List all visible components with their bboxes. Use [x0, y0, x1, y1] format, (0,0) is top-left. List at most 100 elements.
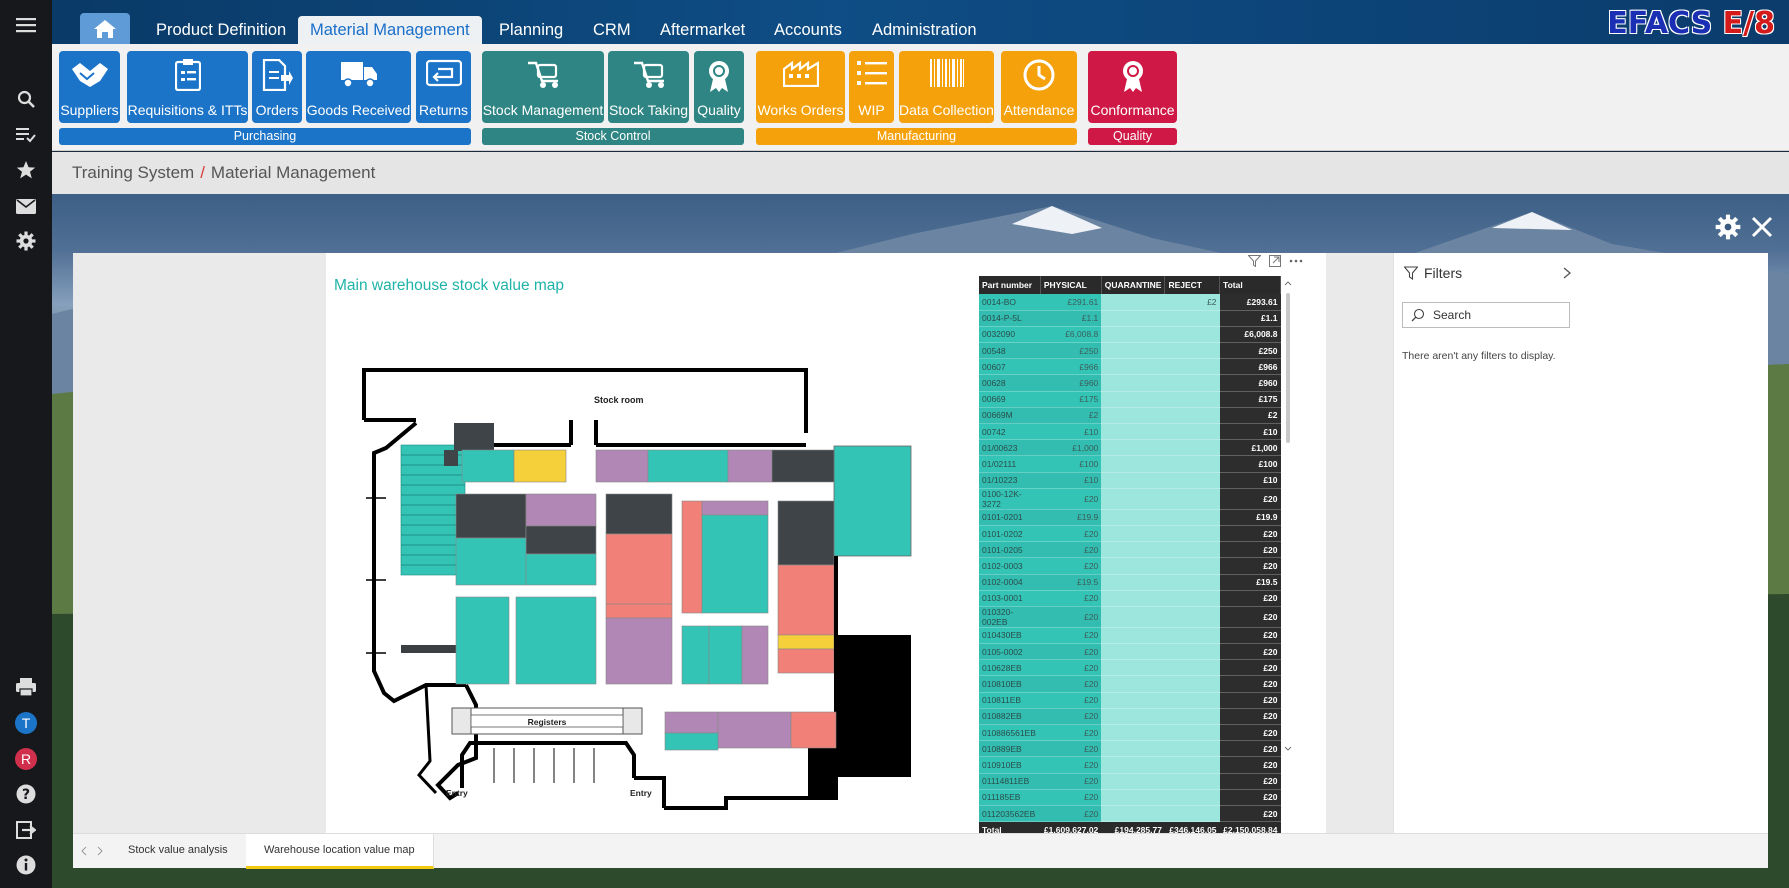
column-header-physical[interactable]: PHYSICAL	[1040, 276, 1102, 294]
location-6[interactable]	[771, 449, 835, 483]
tile-conformance[interactable]: Conformance	[1088, 51, 1177, 123]
table-row[interactable]: 010628EB £20 £20	[979, 659, 1281, 677]
report-settings-gear-icon[interactable]	[1715, 214, 1741, 240]
location-27b[interactable]	[515, 596, 597, 685]
table-row[interactable]: 00742 £10 £10	[979, 423, 1281, 441]
table-row[interactable]: 010910EB £20 £20	[979, 756, 1281, 774]
table-row[interactable]: 0103-0001 £20 £20	[979, 590, 1281, 607]
table-row[interactable]: 0101-0202 £20 £20	[979, 525, 1281, 543]
table-row[interactable]: 010810EB £20 £20	[979, 675, 1281, 693]
table-row[interactable]: 01/02111 £100 £100	[979, 455, 1281, 473]
tile-works-orders[interactable]: Works Orders	[756, 51, 845, 123]
tile-goods-received[interactable]: Goods Received	[306, 51, 411, 123]
table-row[interactable]: 00628 £960 £960	[979, 374, 1281, 392]
user-avatar-r[interactable]: R	[13, 746, 39, 772]
location-22[interactable]	[605, 533, 673, 605]
location-21[interactable]	[454, 423, 494, 451]
table-row[interactable]: 010811EB £20 £20	[979, 692, 1281, 709]
mail-icon[interactable]	[13, 193, 39, 219]
column-header-reject[interactable]: REJECT	[1164, 276, 1221, 294]
location-15[interactable]	[708, 625, 743, 685]
location-5[interactable]	[727, 449, 773, 483]
page-tab-warehouse-location-value-map[interactable]: Warehouse location value map	[246, 834, 434, 869]
tile-stock-taking[interactable]: Stock Taking	[608, 51, 689, 123]
table-row[interactable]: 010886561EB £20 £20	[979, 724, 1281, 742]
table-scrollbar[interactable]	[1284, 279, 1292, 751]
nav-tab-product-definition[interactable]: Product Definition	[144, 16, 298, 44]
location-7[interactable]	[777, 500, 835, 566]
location-18[interactable]	[605, 617, 673, 685]
location-20b[interactable]	[664, 732, 719, 751]
tile-returns[interactable]: Returns	[416, 51, 471, 123]
prev-page-icon[interactable]	[79, 846, 89, 856]
location-34[interactable]	[833, 445, 912, 557]
location-3[interactable]	[595, 449, 649, 483]
location-10[interactable]	[701, 514, 769, 614]
table-row[interactable]: 0102-0003 £20 £20	[979, 557, 1281, 575]
next-page-icon[interactable]	[95, 846, 105, 856]
location-9[interactable]	[777, 634, 835, 650]
user-avatar-t[interactable]: T	[13, 710, 39, 736]
table-row[interactable]: 011203562EB £20 £20	[979, 805, 1281, 823]
location-19[interactable]	[605, 603, 673, 619]
help-icon[interactable]: ?	[13, 781, 39, 807]
more-options-icon[interactable]	[1289, 255, 1303, 267]
tile-attendance[interactable]: Attendance	[1001, 51, 1077, 123]
location-26[interactable]	[525, 553, 597, 586]
table-row[interactable]: 00669M £2 £2	[979, 407, 1281, 425]
tile-requisitions-itts[interactable]: Requisitions & ITTs	[127, 51, 248, 123]
table-row[interactable]: 0100-12K-3272 £20 £20	[979, 488, 1281, 510]
location-20[interactable]	[664, 711, 719, 734]
scroll-down-icon[interactable]	[1284, 745, 1292, 753]
nav-tab-crm[interactable]: CRM	[581, 16, 643, 44]
hamburger-menu-icon[interactable]	[13, 12, 39, 38]
location-8[interactable]	[777, 564, 835, 636]
collapse-pane-chevron-icon[interactable]	[1562, 267, 1572, 279]
filters-search-input[interactable]: Search	[1402, 302, 1570, 328]
table-row[interactable]: 0101-0205 £20 £20	[979, 541, 1281, 559]
nav-tab-planning[interactable]: Planning	[487, 16, 575, 44]
page-tab-stock-value-analysis[interactable]: Stock value analysis	[110, 834, 247, 869]
location-30[interactable]	[455, 493, 527, 539]
table-row[interactable]: 01/00623 £1,000 £1,000	[979, 439, 1281, 457]
tile-quality[interactable]: Quality	[694, 51, 744, 123]
task-list-icon[interactable]	[13, 122, 39, 148]
focus-mode-icon[interactable]	[1269, 255, 1281, 267]
location-19b[interactable]	[790, 711, 837, 749]
scroll-up-icon[interactable]	[1284, 279, 1292, 287]
location-4[interactable]	[647, 449, 729, 483]
location-28[interactable]	[455, 596, 510, 685]
info-icon[interactable]	[13, 852, 39, 878]
close-icon[interactable]	[1751, 216, 1773, 238]
location-11[interactable]	[701, 500, 769, 516]
location-24[interactable]	[525, 493, 597, 527]
column-header-quarantine[interactable]: QUARANTINE	[1101, 276, 1166, 294]
location-1[interactable]	[461, 449, 515, 483]
tile-data-collection[interactable]: Data Collection	[899, 51, 994, 123]
table-row[interactable]: 0014-P-5L £1.1 £1.1	[979, 310, 1281, 327]
tile-suppliers[interactable]: Suppliers	[59, 51, 120, 123]
location-27[interactable]	[455, 537, 527, 586]
column-header-total[interactable]: Total	[1219, 276, 1281, 294]
location-16[interactable]	[741, 625, 769, 685]
breadcrumb-root[interactable]: Training System	[72, 163, 194, 182]
location-25[interactable]	[525, 525, 597, 555]
location-17[interactable]	[717, 711, 792, 749]
table-row[interactable]: 0105-0002 £20 £20	[979, 643, 1281, 661]
table-row[interactable]: 010889EB £20 £20	[979, 740, 1281, 758]
table-row[interactable]: 00607 £966 £966	[979, 358, 1281, 376]
table-row[interactable]: 0102-0004 £19.5 £19.5	[979, 574, 1281, 591]
location-14[interactable]	[681, 625, 710, 685]
table-row[interactable]: 010882EB £20 £20	[979, 708, 1281, 726]
table-row[interactable]: 011185EB £20 £20	[979, 789, 1281, 806]
table-row[interactable]: 0101-0201 £19.9 £19.9	[979, 509, 1281, 526]
scrollbar-thumb[interactable]	[1286, 293, 1290, 443]
tile-orders[interactable]: Orders	[252, 51, 302, 123]
table-row[interactable]: 010430EB £20 £20	[979, 627, 1281, 645]
table-row[interactable]: 00548 £250 £250	[979, 342, 1281, 360]
table-row[interactable]: 01114811EB £20 £20	[979, 773, 1281, 790]
table-row[interactable]: 01/10223 £10 £10	[979, 472, 1281, 489]
search-icon[interactable]	[13, 86, 39, 112]
table-row[interactable]: 0014-BO £291.61 £2 £293.61	[979, 294, 1281, 311]
printer-icon[interactable]	[13, 674, 39, 700]
